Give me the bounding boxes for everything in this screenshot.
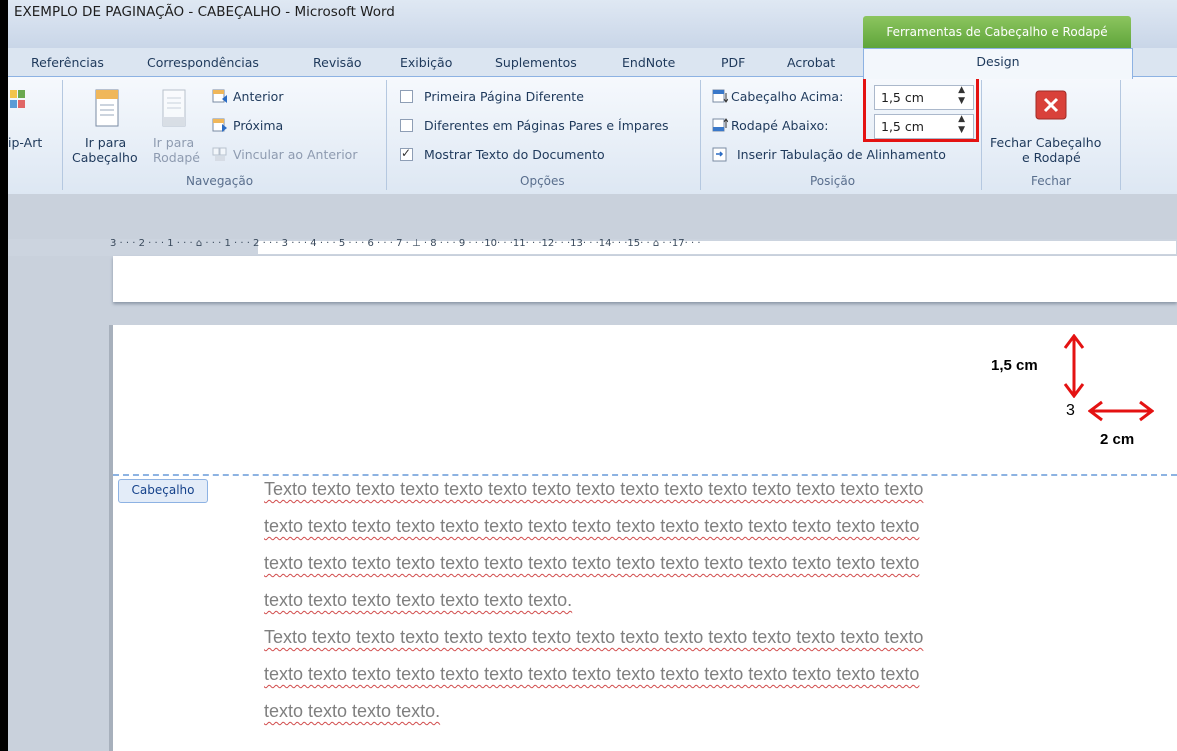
clipart-label[interactable]: ip-Art [8, 135, 42, 150]
goto-footer-label-2: Rodapé [153, 150, 200, 165]
document-line[interactable]: texto texto texto texto texto texto text… [264, 664, 919, 685]
next-section-button[interactable]: Próxima [233, 118, 283, 133]
group-separator [1120, 80, 1121, 190]
close-red-x-icon[interactable] [1035, 90, 1067, 120]
group-separator [386, 80, 387, 190]
previous-page-bottom [113, 256, 1177, 302]
goto-header-label-1[interactable]: Ir para [85, 135, 126, 150]
annotation-vertical-distance: 1,5 cm [991, 357, 1038, 374]
different-odd-even-label[interactable]: Diferentes em Páginas Pares e Ímpares [424, 118, 669, 133]
group-separator [981, 80, 982, 190]
close-header-footer-label-2[interactable]: e Rodapé [1022, 150, 1081, 165]
tab-exibicao[interactable]: Exibição [400, 55, 452, 70]
header-boundary-line [113, 474, 1177, 476]
document-line[interactable]: texto texto texto texto texto texto text… [264, 590, 572, 611]
group-separator [62, 80, 63, 190]
header-top-label: Cabeçalho Acima: [731, 89, 844, 104]
different-first-page-checkbox[interactable] [400, 90, 413, 103]
header-top-icon [712, 89, 729, 103]
document-line[interactable]: texto texto texto texto. [264, 701, 440, 722]
footer-bottom-label: Rodapé Abaixo: [731, 118, 829, 133]
vertical-double-arrow-icon [1063, 334, 1085, 398]
previous-section-icon[interactable] [212, 89, 227, 103]
document-line[interactable]: texto texto texto texto texto texto text… [264, 553, 919, 574]
tab-pdf[interactable]: PDF [721, 55, 745, 70]
different-first-page-label[interactable]: Primeira Página Diferente [424, 89, 584, 104]
next-section-icon[interactable] [212, 118, 227, 132]
tab-acrobat[interactable]: Acrobat [787, 55, 835, 70]
goto-header-label-2[interactable]: Cabeçalho [72, 150, 138, 165]
previous-section-button[interactable]: Anterior [233, 89, 283, 104]
clipart-icon[interactable] [10, 88, 26, 118]
goto-footer-icon [160, 88, 188, 130]
window-title: EXEMPLO DE PAGINAÇÃO - CABEÇALHO - Micro… [14, 4, 395, 20]
document-line[interactable]: Texto texto texto texto texto texto text… [264, 627, 923, 648]
group-separator [700, 80, 701, 190]
link-previous-icon [212, 147, 227, 161]
different-odd-even-checkbox[interactable] [400, 119, 413, 132]
document-line[interactable]: Texto texto texto texto texto texto text… [264, 479, 923, 500]
horizontal-double-arrow-icon [1088, 400, 1154, 422]
document-line[interactable]: texto texto texto texto texto texto text… [264, 516, 919, 537]
tab-revisao[interactable]: Revisão [313, 55, 362, 70]
show-document-text-checkbox[interactable] [400, 146, 413, 161]
header-label: Cabeçalho [118, 479, 208, 503]
tab-design[interactable]: Design [863, 48, 1133, 79]
footer-bottom-icon [712, 118, 729, 132]
window-left-edge [0, 0, 8, 751]
highlight-box [863, 70, 979, 142]
contextual-tab-header-footer-tools: Ferramentas de Cabeçalho e Rodapé [863, 16, 1131, 48]
goto-header-icon[interactable] [93, 88, 121, 130]
tab-correspondencias[interactable]: Correspondências [147, 55, 259, 70]
page-number[interactable]: 3 [1066, 402, 1075, 420]
ruler-scale: 3 · · · 2 · · · 1 · · · ⌂ · · · 1 · · · … [110, 238, 701, 249]
group-label-navegacao: Navegação [186, 174, 254, 188]
tab-endnote[interactable]: EndNote [622, 55, 675, 70]
group-label-fechar: Fechar [1031, 174, 1072, 188]
group-label-posicao: Posição [810, 174, 856, 188]
close-header-footer-label-1[interactable]: Fechar Cabeçalho [990, 135, 1101, 150]
tab-referencias[interactable]: Referências [31, 55, 104, 70]
tab-suplementos[interactable]: Suplementos [495, 55, 577, 70]
goto-footer-label-1: Ir para [153, 135, 195, 150]
document-page[interactable] [113, 325, 1177, 751]
annotation-horizontal-distance: 2 cm [1100, 431, 1135, 448]
show-document-text-label[interactable]: Mostrar Texto do Documento [424, 147, 605, 162]
insert-alignment-tab-button[interactable]: Inserir Tabulação de Alinhamento [737, 147, 946, 162]
insert-alignment-tab-icon[interactable] [712, 147, 727, 162]
group-label-opcoes: Opções [520, 174, 565, 188]
link-to-previous-button: Vincular ao Anterior [233, 147, 358, 162]
